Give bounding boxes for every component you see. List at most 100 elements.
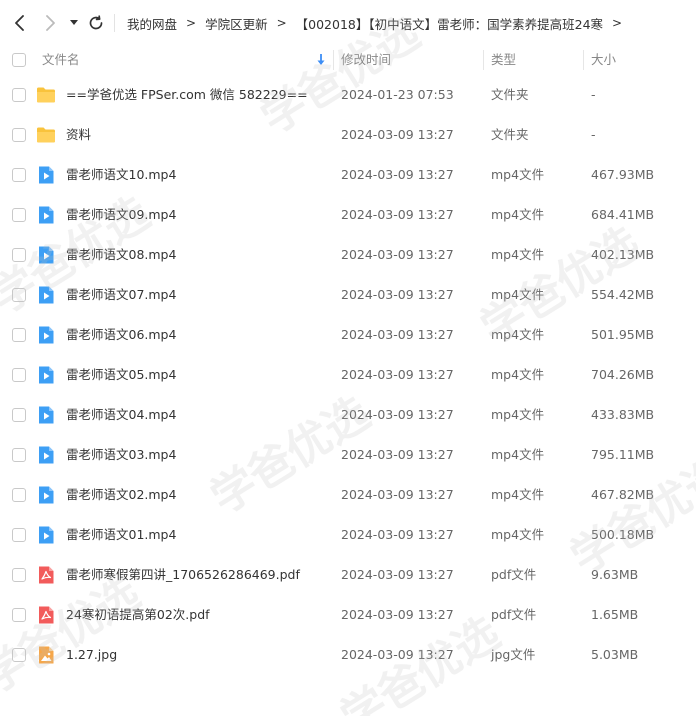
- file-row[interactable]: 雷老师语文02.mp4 2024-03-09 13:27 mp4文件 467.82MB: [0, 475, 696, 515]
- file-row[interactable]: 雷老师语文05.mp4 2024-03-09 13:27 mp4文件 704.26MB: [0, 355, 696, 395]
- file-type: mp4文件: [491, 407, 545, 422]
- file-modified-date: 2024-03-09 13:27: [341, 607, 454, 622]
- row-checkbox[interactable]: [12, 208, 26, 222]
- file-name[interactable]: 雷老师寒假第四讲_1706526286469.pdf: [66, 555, 300, 595]
- chevron-left-icon: [15, 15, 24, 31]
- file-row[interactable]: 雷老师语文08.mp4 2024-03-09 13:27 mp4文件 402.13MB: [0, 235, 696, 275]
- row-checkbox[interactable]: [12, 528, 26, 542]
- column-header-type[interactable]: 类型: [491, 46, 516, 74]
- file-row[interactable]: 雷老师语文09.mp4 2024-03-09 13:27 mp4文件 684.41MB: [0, 195, 696, 235]
- row-checkbox[interactable]: [12, 248, 26, 262]
- file-modified-date: 2024-03-09 13:27: [341, 367, 454, 382]
- row-checkbox[interactable]: [12, 288, 26, 302]
- file-modified-date: 2024-03-09 13:27: [341, 647, 454, 662]
- file-row[interactable]: 雷老师语文10.mp4 2024-03-09 13:27 mp4文件 467.93MB: [0, 155, 696, 195]
- file-name[interactable]: 雷老师语文03.mp4: [66, 435, 176, 475]
- column-header-size[interactable]: 大小: [591, 46, 616, 74]
- file-type: pdf文件: [491, 567, 537, 582]
- row-checkbox[interactable]: [12, 408, 26, 422]
- row-checkbox[interactable]: [12, 488, 26, 502]
- file-modified-date: 2024-03-09 13:27: [341, 527, 454, 542]
- caret-down-icon: [70, 20, 78, 25]
- row-checkbox[interactable]: [12, 88, 26, 102]
- file-modified-date: 2024-03-09 13:27: [341, 127, 454, 142]
- file-row[interactable]: ==学爸优选 FPSer.com 微信 582229== 2024-01-23 0…: [0, 75, 696, 115]
- video-icon: [36, 325, 56, 345]
- sort-arrow-icon[interactable]: [316, 46, 326, 74]
- row-checkbox[interactable]: [12, 168, 26, 182]
- file-name[interactable]: 雷老师语文07.mp4: [66, 275, 176, 315]
- file-row[interactable]: 雷老师寒假第四讲_1706526286469.pdf 2024-03-09 13:…: [0, 555, 696, 595]
- file-name[interactable]: 雷老师语文01.mp4: [66, 515, 176, 555]
- file-type: mp4文件: [491, 527, 545, 542]
- file-size: 467.82MB: [591, 487, 655, 502]
- folder-icon: [36, 125, 56, 145]
- file-type: jpg文件: [491, 647, 536, 662]
- row-checkbox[interactable]: [12, 568, 26, 582]
- column-header-name[interactable]: 文件名: [42, 46, 80, 74]
- file-type: pdf文件: [491, 607, 537, 622]
- row-checkbox[interactable]: [12, 448, 26, 462]
- file-row[interactable]: 雷老师语文04.mp4 2024-03-09 13:27 mp4文件 433.83MB: [0, 395, 696, 435]
- file-modified-date: 2024-03-09 13:27: [341, 167, 454, 182]
- file-row[interactable]: 雷老师语文06.mp4 2024-03-09 13:27 mp4文件 501.95MB: [0, 315, 696, 355]
- file-row[interactable]: 24寒初语提高第02次.pdf 2024-03-09 13:27 pdf文件 1.65…: [0, 595, 696, 635]
- forward-button[interactable]: [40, 13, 60, 33]
- pdf-icon: [36, 605, 56, 625]
- breadcrumb-separator: >: [276, 16, 287, 30]
- toolbar-divider: [114, 14, 115, 32]
- file-name[interactable]: 雷老师语文05.mp4: [66, 355, 176, 395]
- file-row[interactable]: 1.27.jpg 2024-03-09 13:27 jpg文件 5.03MB: [0, 635, 696, 675]
- file-row[interactable]: 雷老师语文03.mp4 2024-03-09 13:27 mp4文件 795.11MB: [0, 435, 696, 475]
- back-button[interactable]: [10, 13, 30, 33]
- breadcrumb-item-updates[interactable]: 学院区更新: [205, 14, 268, 33]
- file-name[interactable]: 雷老师语文02.mp4: [66, 475, 176, 515]
- file-size: -: [591, 127, 596, 142]
- column-divider[interactable]: [333, 50, 334, 70]
- file-modified-date: 2024-03-09 13:27: [341, 287, 454, 302]
- file-name[interactable]: 1.27.jpg: [66, 635, 117, 675]
- file-name[interactable]: 资料: [66, 115, 91, 155]
- file-type: mp4文件: [491, 287, 545, 302]
- breadcrumb-item-root[interactable]: 我的网盘: [127, 14, 177, 33]
- file-size: 704.26MB: [591, 367, 655, 382]
- file-name[interactable]: 雷老师语文04.mp4: [66, 395, 176, 435]
- file-size: 9.63MB: [591, 567, 639, 582]
- row-checkbox[interactable]: [12, 608, 26, 622]
- file-modified-date: 2024-01-23 07:53: [341, 87, 454, 102]
- row-checkbox[interactable]: [12, 368, 26, 382]
- file-row[interactable]: 雷老师语文01.mp4 2024-03-09 13:27 mp4文件 500.18MB: [0, 515, 696, 555]
- refresh-icon: [89, 15, 103, 30]
- file-row[interactable]: 资料 2024-03-09 13:27 文件夹 -: [0, 115, 696, 155]
- file-list-header: 文件名 修改时间 类型 大小: [0, 46, 696, 74]
- file-type: 文件夹: [491, 127, 529, 142]
- file-name[interactable]: 雷老师语文10.mp4: [66, 155, 176, 195]
- file-modified-date: 2024-03-09 13:27: [341, 327, 454, 342]
- column-divider[interactable]: [483, 50, 484, 70]
- breadcrumb-separator: >: [612, 16, 623, 30]
- column-divider[interactable]: [583, 50, 584, 70]
- row-checkbox[interactable]: [12, 328, 26, 342]
- file-row[interactable]: 雷老师语文07.mp4 2024-03-09 13:27 mp4文件 554.42MB: [0, 275, 696, 315]
- refresh-button[interactable]: [86, 13, 106, 33]
- file-size: 795.11MB: [591, 447, 655, 462]
- column-header-modified[interactable]: 修改时间: [341, 46, 391, 74]
- row-checkbox[interactable]: [12, 648, 26, 662]
- breadcrumb-separator: >: [186, 16, 197, 30]
- file-name[interactable]: 雷老师语文06.mp4: [66, 315, 176, 355]
- file-name[interactable]: 24寒初语提高第02次.pdf: [66, 595, 210, 635]
- file-type: mp4文件: [491, 327, 545, 342]
- file-modified-date: 2024-03-09 13:27: [341, 407, 454, 422]
- pdf-icon: [36, 565, 56, 585]
- row-checkbox[interactable]: [12, 128, 26, 142]
- file-size: 500.18MB: [591, 527, 655, 542]
- file-name[interactable]: 雷老师语文09.mp4: [66, 195, 176, 235]
- file-name[interactable]: 雷老师语文08.mp4: [66, 235, 176, 275]
- video-icon: [36, 525, 56, 545]
- file-modified-date: 2024-03-09 13:27: [341, 447, 454, 462]
- breadcrumb-item-current[interactable]: 【002018】【初中语文】雷老师：国学素养提高班24寒: [296, 14, 603, 33]
- file-name[interactable]: ==学爸优选 FPSer.com 微信 582229==: [66, 75, 308, 115]
- select-all-checkbox[interactable]: [12, 53, 26, 67]
- file-size: 402.13MB: [591, 247, 655, 262]
- history-dropdown-button[interactable]: [64, 13, 84, 33]
